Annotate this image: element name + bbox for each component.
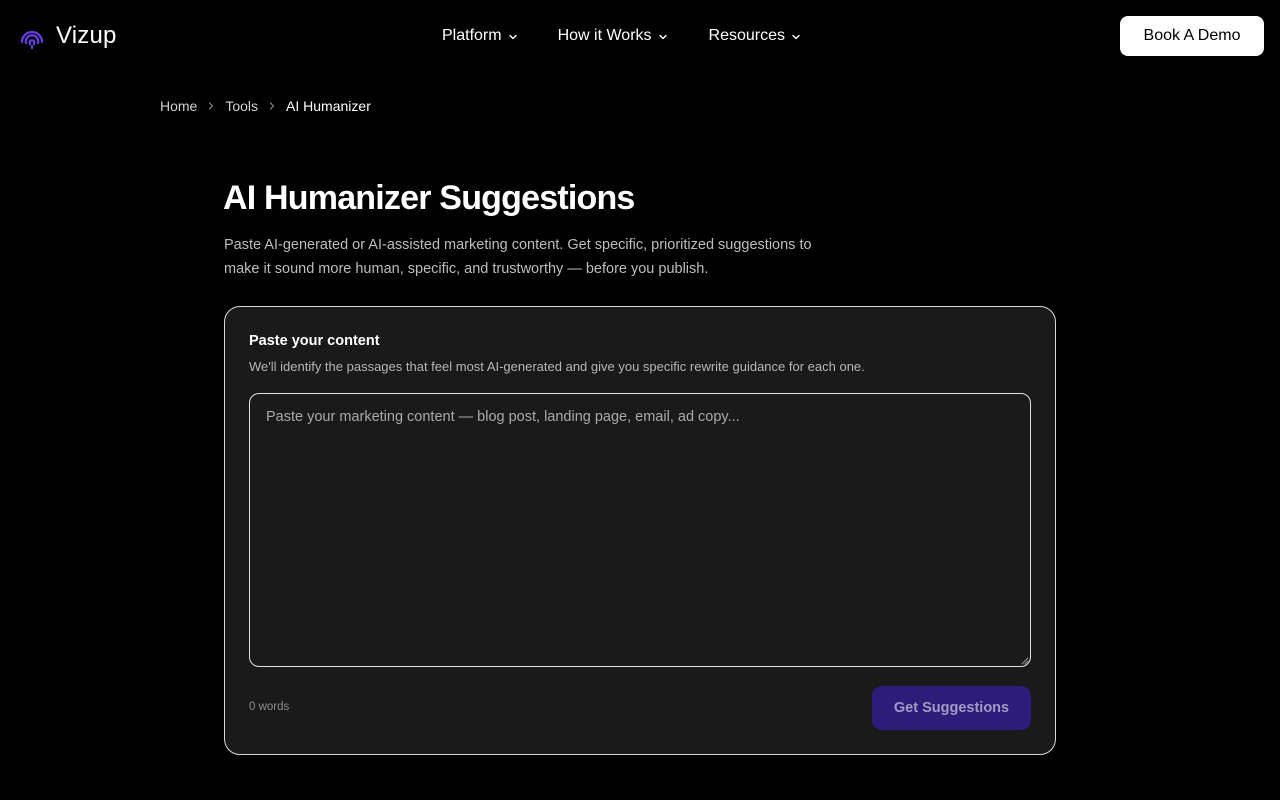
breadcrumb-current: AI Humanizer (286, 98, 371, 114)
card-subtitle: We'll identify the passages that feel mo… (249, 359, 865, 374)
content-textarea[interactable] (249, 393, 1031, 667)
breadcrumb-home[interactable]: Home (160, 98, 197, 114)
fingerprint-swirl-icon (20, 30, 44, 50)
word-count: 0 words (249, 701, 290, 713)
brand-name: Vizup (56, 22, 117, 49)
book-demo-button[interactable]: Book A Demo (1120, 16, 1264, 56)
resize-handle-icon[interactable] (1021, 657, 1029, 665)
nav-item-label: Platform (442, 27, 502, 44)
breadcrumb-tools[interactable]: Tools (225, 98, 258, 114)
card-title: Paste your content (249, 333, 380, 349)
main-nav: Platform How it Works Resources (442, 22, 801, 50)
breadcrumb: Home Tools AI Humanizer (160, 96, 371, 116)
chevron-right-icon (209, 102, 214, 110)
chevron-down-icon (508, 34, 517, 39)
brand-logo[interactable]: Vizup (18, 20, 117, 52)
page-description: Paste AI-generated or AI-assisted market… (224, 237, 812, 277)
nav-item-label: Resources (708, 27, 785, 44)
site-header: Vizup Platform How it Works Resources Bo… (0, 0, 1280, 72)
content-input-card: Paste your content We'll identify the pa… (224, 306, 1056, 755)
chevron-down-icon (792, 34, 800, 39)
chevron-down-icon (658, 34, 667, 39)
nav-item-resources[interactable]: Resources (709, 27, 801, 45)
nav-item-label: How it Works (557, 27, 652, 44)
chevron-right-icon (269, 102, 275, 110)
nav-item-platform[interactable]: Platform (442, 27, 518, 45)
get-suggestions-button[interactable]: Get Suggestions (872, 686, 1031, 730)
nav-item-how-it-works[interactable]: How it Works (558, 27, 668, 45)
page-title: AI Humanizer Suggestions (223, 179, 635, 217)
